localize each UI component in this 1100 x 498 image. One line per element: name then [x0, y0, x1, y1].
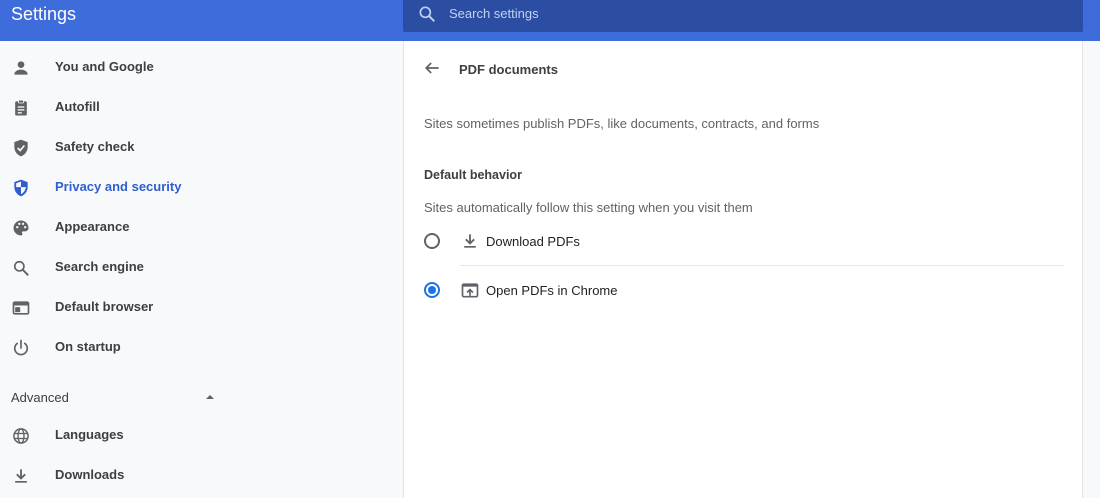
- sidebar-item-search-engine[interactable]: Search engine: [0, 248, 400, 288]
- sidebar-item-label: Autofill: [55, 99, 100, 114]
- sidebar-item-autofill[interactable]: Autofill: [0, 88, 400, 128]
- section-subtext: Sites automatically follow this setting …: [424, 200, 753, 215]
- sidebar: You and Google Autofill Safety check Pri…: [0, 41, 400, 498]
- open-in-browser-icon: [461, 283, 479, 298]
- person-icon: [14, 61, 28, 75]
- sidebar-item-label: Search engine: [55, 259, 144, 274]
- divider: [460, 265, 1064, 266]
- option-label: Download PDFs: [486, 234, 580, 249]
- sidebar-item-on-startup[interactable]: On startup: [0, 328, 400, 368]
- advanced-section-label[interactable]: Advanced: [11, 390, 69, 405]
- section-title: Default behavior: [424, 168, 522, 182]
- pdf-settings-card: PDF documents Sites sometimes publish PD…: [403, 41, 1083, 498]
- top-bar: Settings: [0, 0, 1100, 41]
- sidebar-item-label: Safety check: [55, 139, 135, 154]
- sidebar-item-safety-check[interactable]: Safety check: [0, 128, 400, 168]
- sidebar-item-languages[interactable]: Languages: [0, 416, 400, 456]
- back-arrow-icon[interactable]: [422, 58, 442, 78]
- app-title: Settings: [11, 4, 77, 24]
- option-label: Open PDFs in Chrome: [486, 283, 618, 298]
- sidebar-item-appearance[interactable]: Appearance: [0, 208, 400, 248]
- browser-window-icon: [12, 301, 30, 315]
- option-download-pdfs[interactable]: Download PDFs: [424, 224, 1064, 258]
- search-icon: [13, 260, 29, 276]
- shield-half-icon: [14, 179, 28, 197]
- sidebar-item-label: Appearance: [55, 219, 130, 234]
- clipboard-icon: [15, 99, 27, 116]
- radio-download-pdfs[interactable]: [424, 233, 440, 249]
- sidebar-item-label: Downloads: [55, 467, 125, 482]
- sidebar-item-label: Default browser: [55, 299, 154, 314]
- download-icon: [464, 234, 476, 248]
- sidebar-item-you-and-google[interactable]: You and Google: [0, 48, 400, 88]
- sidebar-item-label: On startup: [55, 339, 121, 354]
- globe-icon: [13, 428, 29, 444]
- power-icon: [13, 339, 29, 356]
- palette-icon: [13, 220, 29, 236]
- sidebar-item-default-browser[interactable]: Default browser: [0, 288, 400, 328]
- chevron-up-icon[interactable]: [204, 391, 216, 403]
- search-box[interactable]: [403, 0, 1083, 32]
- sidebar-item-label: Languages: [55, 427, 124, 442]
- sidebar-item-privacy-and-security[interactable]: Privacy and security: [0, 168, 400, 208]
- sidebar-item-label: You and Google: [55, 59, 154, 74]
- sidebar-item-downloads[interactable]: Downloads: [0, 456, 400, 496]
- search-input[interactable]: [449, 0, 1049, 26]
- radio-open-pdfs-in-chrome[interactable]: [424, 282, 440, 298]
- download-icon: [15, 469, 27, 483]
- page-title: PDF documents: [459, 62, 558, 77]
- sidebar-item-label: Privacy and security: [55, 179, 182, 194]
- search-icon: [419, 6, 435, 22]
- shield-check-icon: [14, 139, 28, 157]
- option-open-pdfs-in-chrome[interactable]: Open PDFs in Chrome: [424, 273, 1064, 307]
- page-description: Sites sometimes publish PDFs, like docum…: [424, 116, 820, 131]
